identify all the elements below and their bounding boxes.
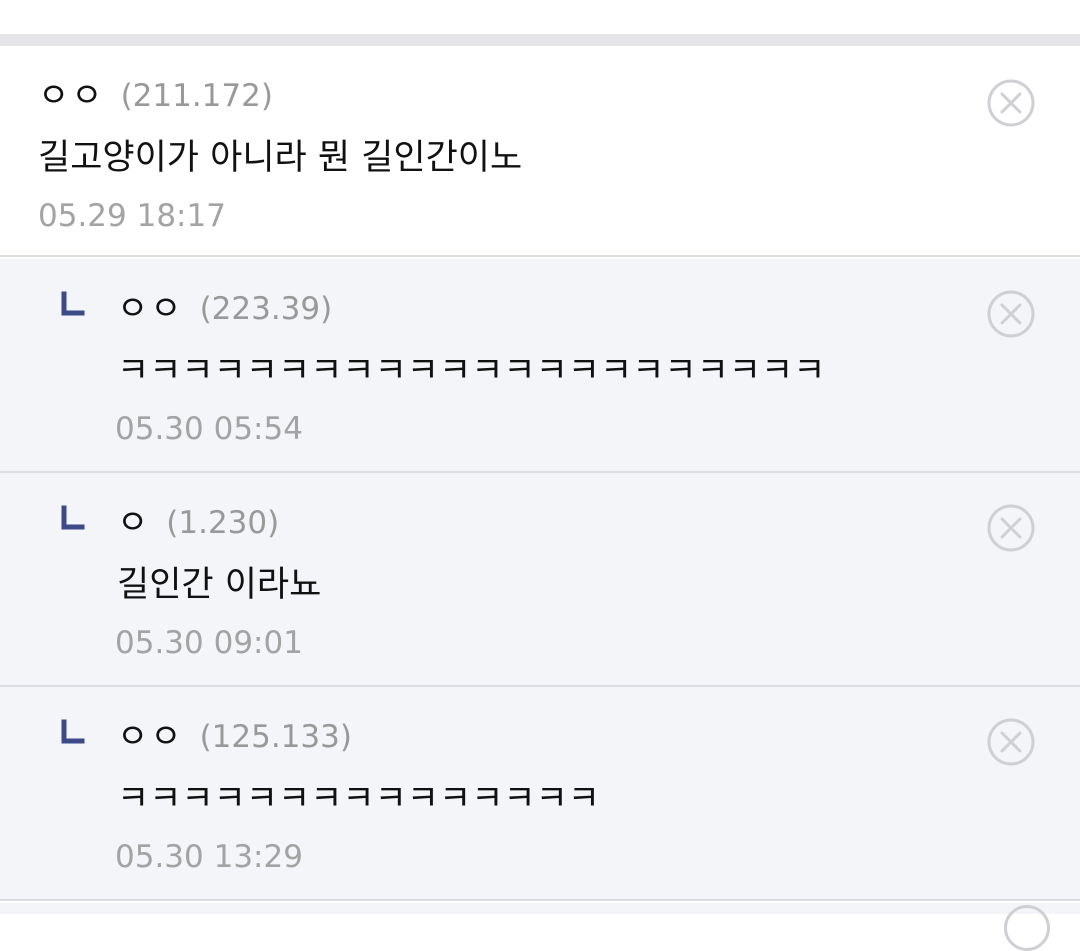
comment-header: ㅇㅇ (125.133) [117,715,352,759]
reply-item: ㅇㅇ (223.39) ㅋㅋㅋㅋㅋㅋㅋㅋㅋㅋㅋㅋㅋㅋㅋㅋㅋㅋㅋㅋㅋㅋ 05.30… [0,259,1080,473]
comment-date: 05.29 18:17 [38,198,226,234]
comment-date: 05.30 05:54 [115,411,303,447]
comment-nickname[interactable]: ㅇ [117,501,150,545]
comment-nickname[interactable]: ㅇㅇ [38,74,105,118]
delete-icon[interactable] [986,503,1036,553]
reply-arrow-icon [61,505,85,530]
reply-item: ㅇ (1.230) 길인간 이라뇨 05.30 09:01 [0,473,1080,687]
comment-item: ㅇㅇ (211.172) 길고양이가 아니라 뭔 길인간이노 05.29 18:… [0,46,1080,257]
comment-text: ㅋㅋㅋㅋㅋㅋㅋㅋㅋㅋㅋㅋㅋㅋㅋㅋㅋㅋㅋㅋㅋㅋ [117,351,826,391]
comment-nickname[interactable]: ㅇㅇ [117,715,184,759]
comment-nickname[interactable]: ㅇㅇ [117,287,184,331]
comment-header: ㅇㅇ (223.39) [117,287,332,331]
comment-text: 길인간 이라뇨 [117,565,322,605]
reply-arrow-icon [61,291,85,316]
top-blank-area [0,0,1080,34]
comment-text: 길고양이가 아니라 뭔 길인간이노 [38,138,523,178]
delete-icon[interactable] [986,717,1036,767]
next-comment-peek [0,903,1080,914]
comment-date: 05.30 09:01 [115,625,303,661]
section-divider [0,34,1080,46]
comment-ip: (211.172) [120,78,273,114]
comment-text: ㅋㅋㅋㅋㅋㅋㅋㅋㅋㅋㅋㅋㅋㅋㅋ [117,779,601,819]
comment-date: 05.30 13:29 [115,839,303,875]
comment-header: ㅇ (1.230) [117,501,279,545]
comment-ip: (125.133) [199,719,352,755]
reply-item: ㅇㅇ (125.133) ㅋㅋㅋㅋㅋㅋㅋㅋㅋㅋㅋㅋㅋㅋㅋ 05.30 13:29 [0,687,1080,901]
delete-icon[interactable] [986,78,1036,128]
delete-icon[interactable] [986,289,1036,339]
comment-ip: (223.39) [199,291,333,327]
comment-ip: (1.230) [166,505,280,541]
reply-arrow-icon [61,719,85,744]
comment-header: ㅇㅇ (211.172) [38,74,273,118]
delete-icon[interactable] [1004,905,1050,951]
